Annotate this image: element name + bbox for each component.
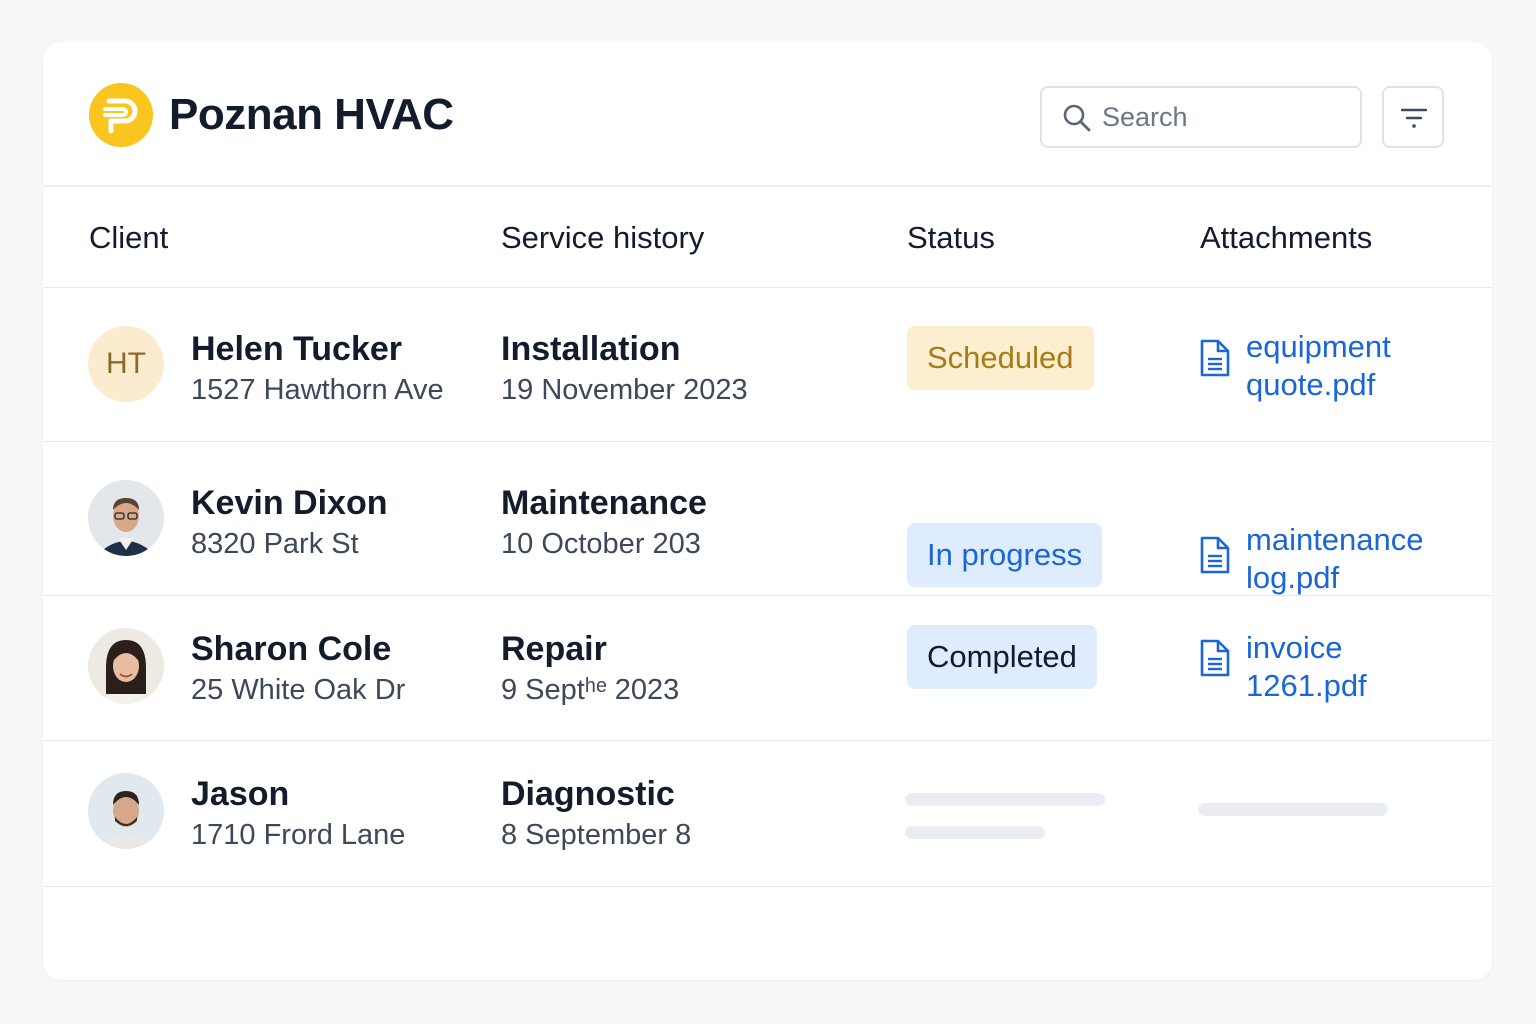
status-skeleton [905,826,1045,839]
status-badge: Completed [907,625,1097,689]
table-row[interactable]: Jason 1710 Frord Lane Diagnostic 8 Septe… [43,741,1492,887]
client-name: Helen Tucker [191,330,403,368]
service-type: Diagnostic [501,775,675,813]
attachment-line-2: log.pdf [1246,560,1340,595]
avatar [88,480,164,556]
status-badge: In progress [907,523,1103,587]
attachment-link[interactable]: invoice 1261.pdf [1246,629,1486,705]
document-icon [1200,639,1230,677]
client-address: 25 White Oak Dr [191,674,406,706]
service-date: 19 November 2023 [501,374,748,406]
search-box[interactable] [1040,86,1362,148]
header: Poznan HVAC [43,42,1492,187]
service-date: 9 Septʰᵉ 2023 [501,674,680,706]
attachment-line-2: 1261.pdf [1246,668,1367,703]
column-header-status[interactable]: Status [907,220,995,256]
service-type: Repair [501,630,607,668]
service-date: 10 October 203 [501,528,701,560]
avatar: HT [88,326,164,402]
search-input[interactable] [1102,102,1342,132]
attachment-skeleton [1198,803,1388,816]
service-type: Maintenance [501,484,707,522]
filter-button[interactable] [1382,86,1444,148]
client-address: 1527 Hawthorn Ave [191,374,444,406]
document-icon [1200,536,1230,574]
app-logo [89,83,153,147]
attachment-link[interactable]: maintenance log.pdf [1246,521,1486,597]
search-icon [1063,104,1091,132]
document-icon [1200,339,1230,377]
table-row[interactable]: HT Helen Tucker 1527 Hawthorn Ave Instal… [43,288,1492,442]
status-badge: Scheduled [907,326,1094,390]
clients-card: Poznan HVAC Client Service history Statu… [43,42,1492,980]
attachment-line-1: invoice [1246,630,1343,665]
column-header-attachments[interactable]: Attachments [1200,220,1372,256]
app-title: Poznan HVAC [169,90,454,139]
table-row[interactable]: Sharon Cole 25 White Oak Dr Repair 9 Sep… [43,596,1492,741]
column-header-client[interactable]: Client [89,220,168,256]
avatar [88,773,164,849]
client-address: 1710 Frord Lane [191,819,406,851]
status-skeleton [905,793,1105,806]
service-type: Installation [501,330,681,368]
attachment-line-2: quote.pdf [1246,367,1376,402]
table-row[interactable]: Kevin Dixon 8320 Park St Maintenance 10 … [43,442,1492,596]
client-name: Kevin Dixon [191,484,388,522]
client-address: 8320 Park St [191,528,359,560]
filter-icon [1401,108,1427,128]
avatar [88,628,164,704]
attachment-line-1: maintenance [1246,522,1424,557]
client-name: Sharon Cole [191,630,392,668]
client-name: Jason [191,775,290,813]
service-date: 8 September 8 [501,819,692,851]
attachment-line-1: equipment [1246,329,1391,364]
attachment-link[interactable]: equipment quote.pdf [1246,328,1486,404]
column-header-service[interactable]: Service history [501,220,704,256]
